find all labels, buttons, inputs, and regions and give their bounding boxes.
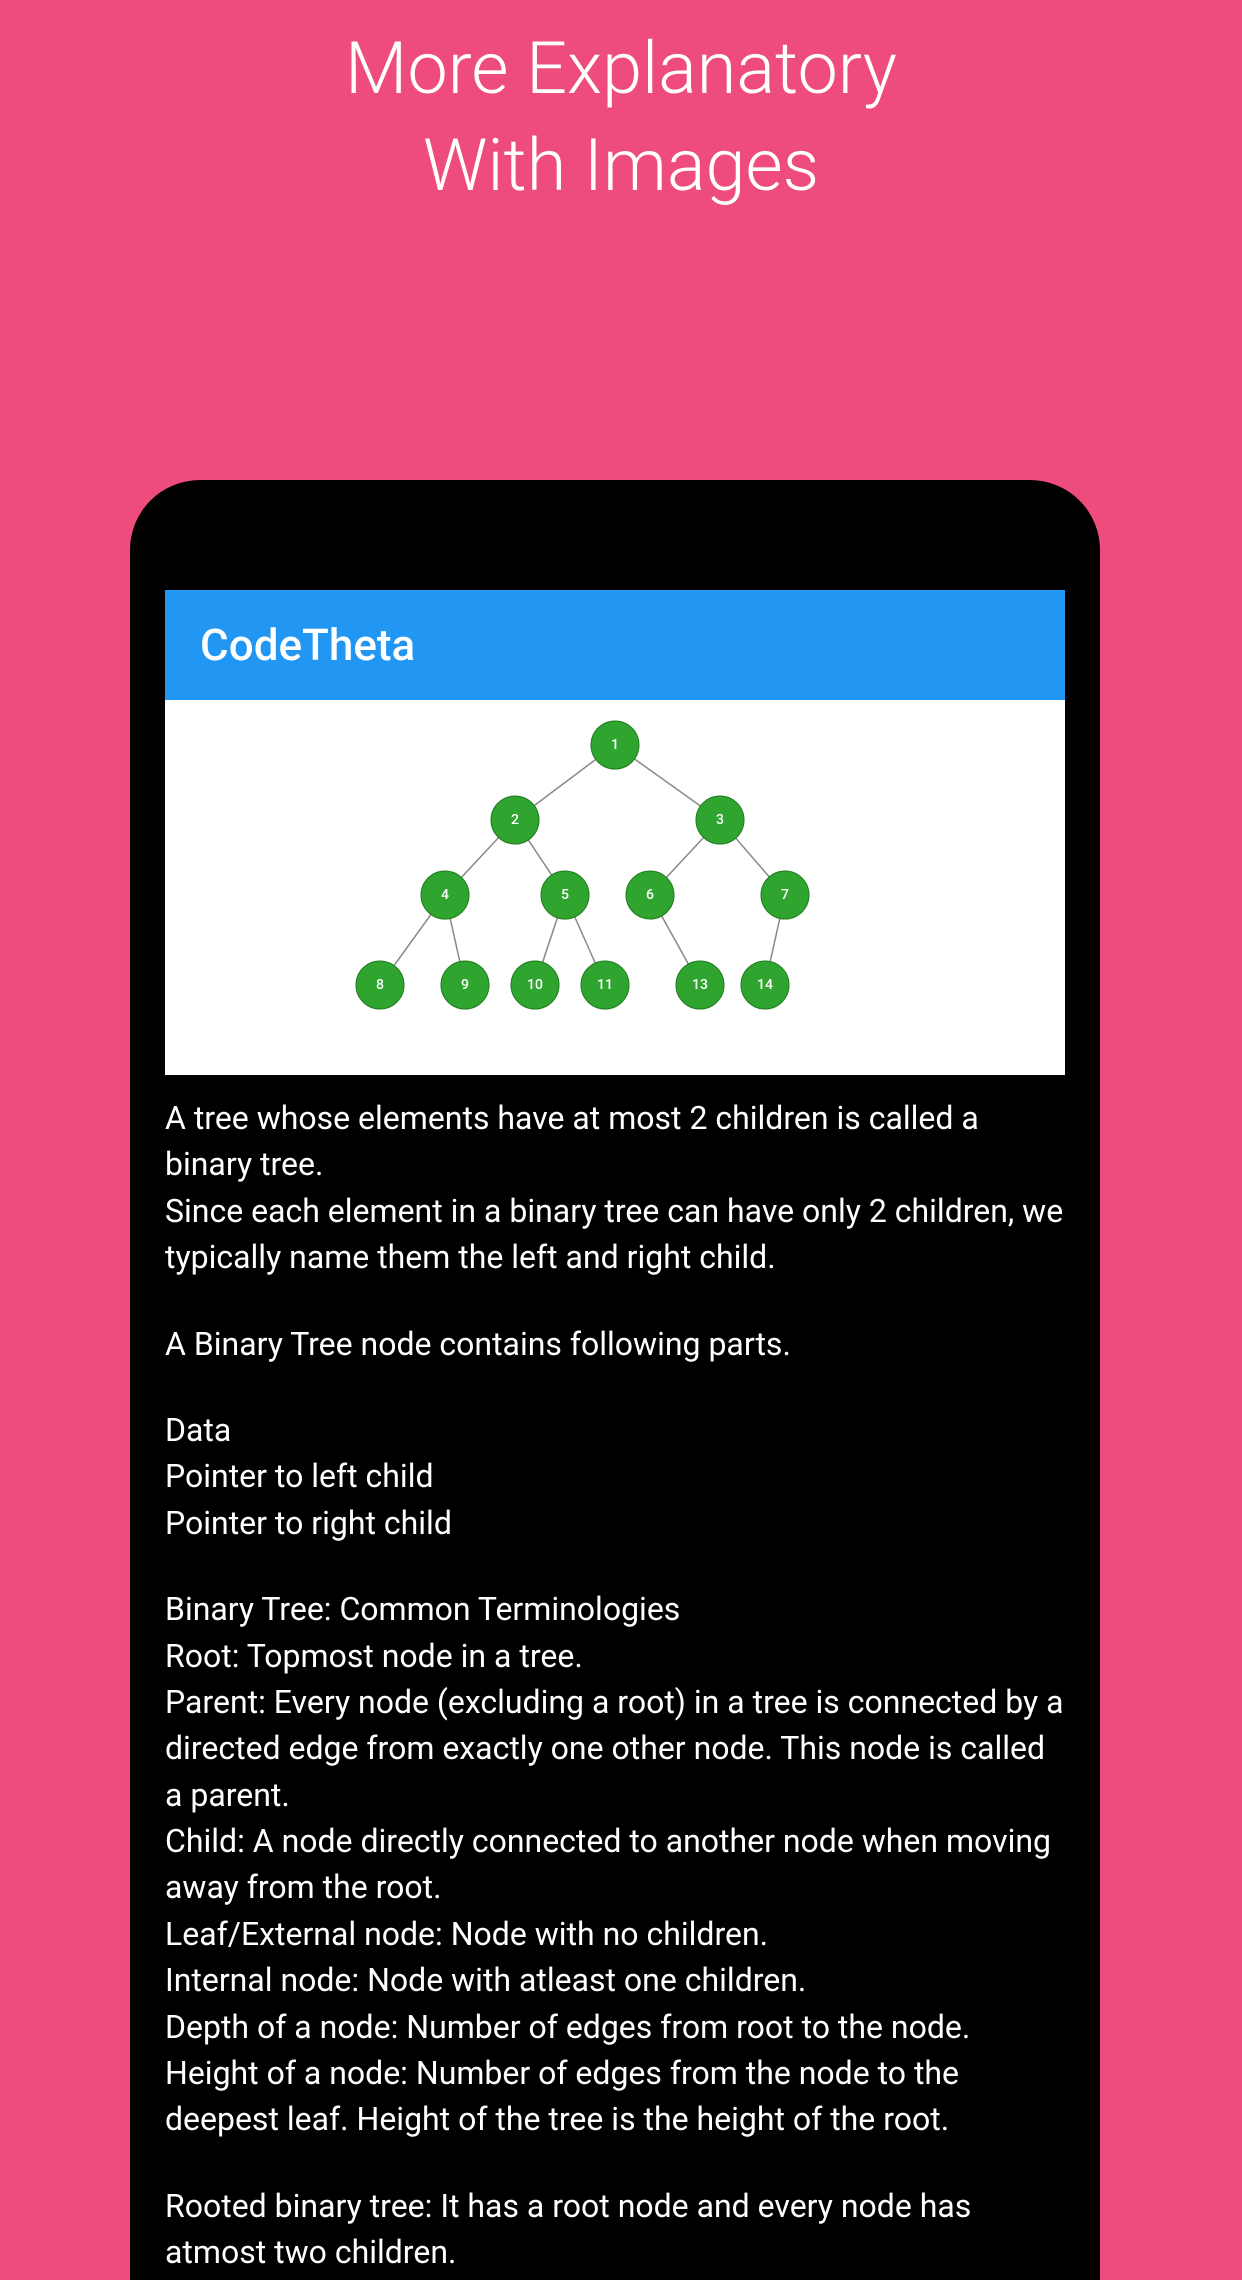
content-area[interactable]: A tree whose elements have at most 2 chi… — [165, 1075, 1065, 2280]
content-text: Height of a node: Number of edges from t… — [165, 2050, 1065, 2143]
content-text: A Binary Tree node contains following pa… — [165, 1321, 1065, 1367]
tree-node-label: 1 — [611, 737, 619, 753]
content-text: Depth of a node: Number of edges from ro… — [165, 2004, 1065, 2050]
content-block-parts-heading: A Binary Tree node contains following pa… — [165, 1321, 1065, 1367]
tree-node-label: 5 — [561, 887, 569, 903]
tree-node-label: 14 — [757, 977, 773, 993]
content-text: Internal node: Node with atleast one chi… — [165, 1957, 1065, 2003]
content-text: Pointer to left child — [165, 1453, 1065, 1499]
tree-node-label: 10 — [527, 977, 543, 993]
app-header: CodeTheta — [165, 590, 1065, 700]
tree-node-label: 13 — [692, 977, 708, 993]
promo-title: More Explanatory With Images — [0, 0, 1242, 214]
tree-node-label: 2 — [511, 812, 519, 828]
tree-node-label: 9 — [461, 977, 469, 993]
content-text: Leaf/External node: Node with no childre… — [165, 1911, 1065, 1957]
content-text: Root: Topmost node in a tree. — [165, 1633, 1065, 1679]
tree-node-label: 7 — [781, 887, 789, 903]
content-block-intro: A tree whose elements have at most 2 chi… — [165, 1095, 1065, 1281]
phone-screen: CodeTheta 1 2 3 4 5 6 7 8 9 10 11 13 14 A tree whose… — [165, 590, 1065, 2280]
phone-frame: CodeTheta 1 2 3 4 5 6 7 8 9 10 11 13 14 A tree whose… — [130, 480, 1100, 2280]
tree-node-label: 11 — [597, 977, 613, 993]
content-block-terminologies: Binary Tree: Common Terminologies Root: … — [165, 1586, 1065, 2143]
tree-node-label: 4 — [441, 887, 449, 903]
content-block-parts: Data Pointer to left child Pointer to ri… — [165, 1407, 1065, 1546]
content-text: Parent: Every node (excluding a root) in… — [165, 1679, 1065, 1818]
content-text: Pointer to right child — [165, 1500, 1065, 1546]
tree-diagram: 1 2 3 4 5 6 7 8 9 10 11 13 14 — [165, 700, 1065, 1075]
content-text: Since each element in a binary tree can … — [165, 1188, 1065, 1281]
tree-node-label: 3 — [716, 812, 724, 828]
content-text: Child: A node directly connected to anot… — [165, 1818, 1065, 1911]
tree-node-label: 8 — [376, 977, 384, 993]
promo-line-2: With Images — [0, 117, 1242, 214]
content-text: Full binary tree: It is a tree in which … — [165, 2276, 1065, 2280]
app-title: CodeTheta — [200, 619, 415, 671]
content-text: Data — [165, 1407, 1065, 1453]
content-text: Rooted binary tree: It has a root node a… — [165, 2183, 1065, 2276]
tree-node-label: 6 — [646, 887, 654, 903]
content-text: Binary Tree: Common Terminologies — [165, 1586, 1065, 1632]
content-text: A tree whose elements have at most 2 chi… — [165, 1095, 1065, 1188]
content-block-types: Rooted binary tree: It has a root node a… — [165, 2183, 1065, 2280]
tree-svg: 1 2 3 4 5 6 7 8 9 10 11 13 14 — [165, 700, 1065, 1075]
promo-line-1: More Explanatory — [0, 20, 1242, 117]
